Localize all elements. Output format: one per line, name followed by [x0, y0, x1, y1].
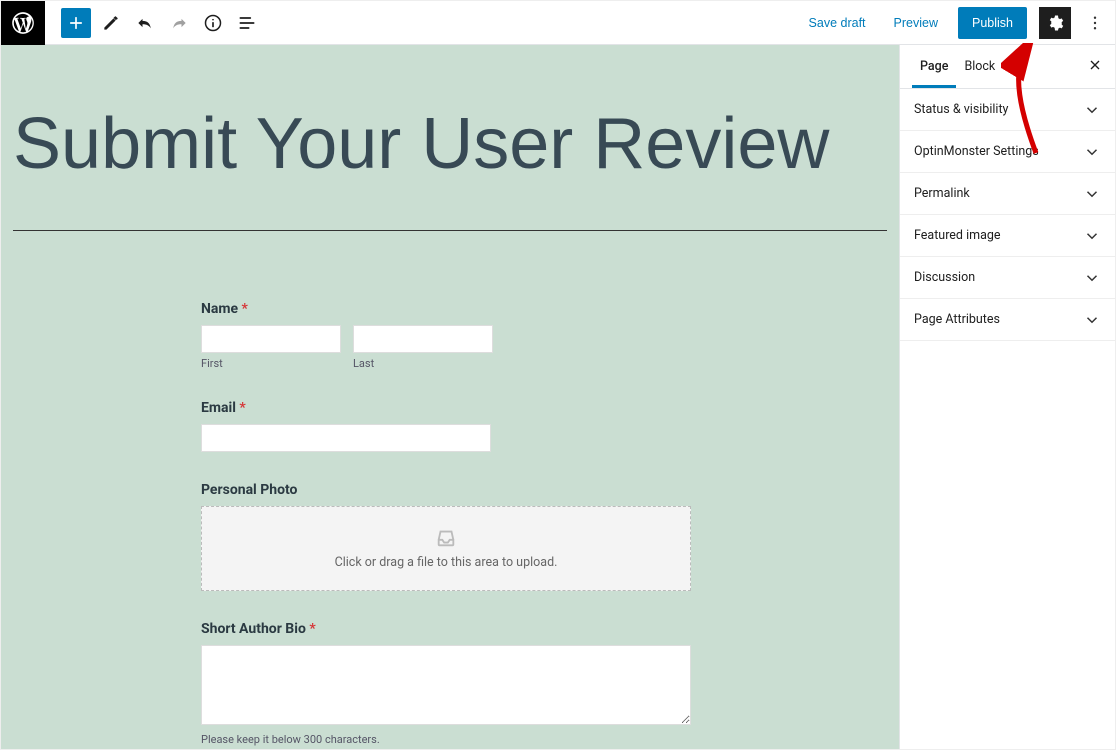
name-label: Name *: [201, 301, 699, 317]
page-title[interactable]: Submit Your User Review: [1, 45, 899, 214]
panel-status-visibility[interactable]: Status & visibility: [900, 89, 1115, 131]
chevron-down-icon: [1083, 269, 1101, 287]
panel-featured-image[interactable]: Featured image: [900, 215, 1115, 257]
close-sidebar-button[interactable]: [1087, 57, 1103, 77]
undo-icon: [135, 13, 155, 33]
tab-page[interactable]: Page: [912, 45, 956, 88]
settings-button[interactable]: [1039, 7, 1071, 39]
bio-label: Short Author Bio *: [201, 621, 699, 637]
plus-icon: [66, 13, 86, 33]
panel-discussion[interactable]: Discussion: [900, 257, 1115, 299]
toolbar-right-group: Save draft Preview Publish: [801, 7, 1107, 39]
editor-toolbar: Save draft Preview Publish: [1, 1, 1115, 45]
chevron-down-icon: [1083, 143, 1101, 161]
pencil-icon: [101, 13, 121, 33]
toolbar-left-group: [45, 8, 261, 38]
last-name-input[interactable]: [353, 325, 493, 353]
required-mark: *: [239, 400, 245, 416]
email-label: Email *: [201, 400, 699, 416]
outline-icon: [237, 13, 257, 33]
chevron-down-icon: [1083, 101, 1101, 119]
undo-button[interactable]: [131, 9, 159, 37]
tab-block[interactable]: Block: [956, 45, 1003, 88]
file-upload-dropzone[interactable]: Click or drag a file to this area to upl…: [201, 506, 691, 591]
dots-vertical-icon: [1086, 14, 1104, 32]
add-block-button[interactable]: [61, 8, 91, 38]
editor-canvas-scroll[interactable]: Submit Your User Review Name * First Las…: [1, 45, 899, 749]
field-photo: Personal Photo Click or drag a file to t…: [201, 482, 699, 591]
photo-label: Personal Photo: [201, 482, 699, 498]
editor-canvas: Submit Your User Review Name * First Las…: [1, 45, 899, 749]
chevron-down-icon: [1083, 227, 1101, 245]
more-options-button[interactable]: [1083, 7, 1107, 39]
form-block: Name * First Last Email *: [1, 301, 899, 749]
publish-button[interactable]: Publish: [958, 7, 1027, 39]
field-name: Name * First Last: [201, 301, 699, 370]
required-mark: *: [242, 301, 248, 317]
separator-block: [13, 230, 887, 231]
close-icon: [1087, 57, 1103, 73]
preview-button[interactable]: Preview: [886, 10, 946, 36]
info-button[interactable]: [199, 9, 227, 37]
inbox-icon: [434, 527, 458, 549]
info-icon: [203, 13, 223, 33]
gear-icon: [1046, 14, 1064, 32]
field-bio: Short Author Bio * Please keep it below …: [201, 621, 699, 746]
edit-mode-button[interactable]: [97, 9, 125, 37]
redo-button[interactable]: [165, 9, 193, 37]
field-email: Email *: [201, 400, 699, 452]
email-input[interactable]: [201, 424, 491, 452]
bio-help-text: Please keep it below 300 characters.: [201, 733, 699, 746]
panel-page-attributes[interactable]: Page Attributes: [900, 299, 1115, 341]
first-name-sublabel: First: [201, 357, 341, 370]
settings-sidebar: Page Block Status & visibility OptinMons…: [899, 45, 1115, 749]
required-mark: *: [309, 621, 315, 637]
upload-hint: Click or drag a file to this area to upl…: [335, 555, 558, 570]
save-draft-button[interactable]: Save draft: [801, 10, 874, 36]
panel-optinmonster[interactable]: OptinMonster Settings: [900, 131, 1115, 173]
sidebar-tabs: Page Block: [900, 45, 1115, 89]
list-view-button[interactable]: [233, 9, 261, 37]
chevron-down-icon: [1083, 185, 1101, 203]
wordpress-logo-button[interactable]: [1, 1, 45, 45]
first-name-input[interactable]: [201, 325, 341, 353]
redo-icon: [169, 13, 189, 33]
wordpress-icon: [10, 10, 36, 36]
panel-permalink[interactable]: Permalink: [900, 173, 1115, 215]
last-name-sublabel: Last: [353, 357, 493, 370]
bio-textarea[interactable]: [201, 645, 691, 725]
chevron-down-icon: [1083, 311, 1101, 329]
